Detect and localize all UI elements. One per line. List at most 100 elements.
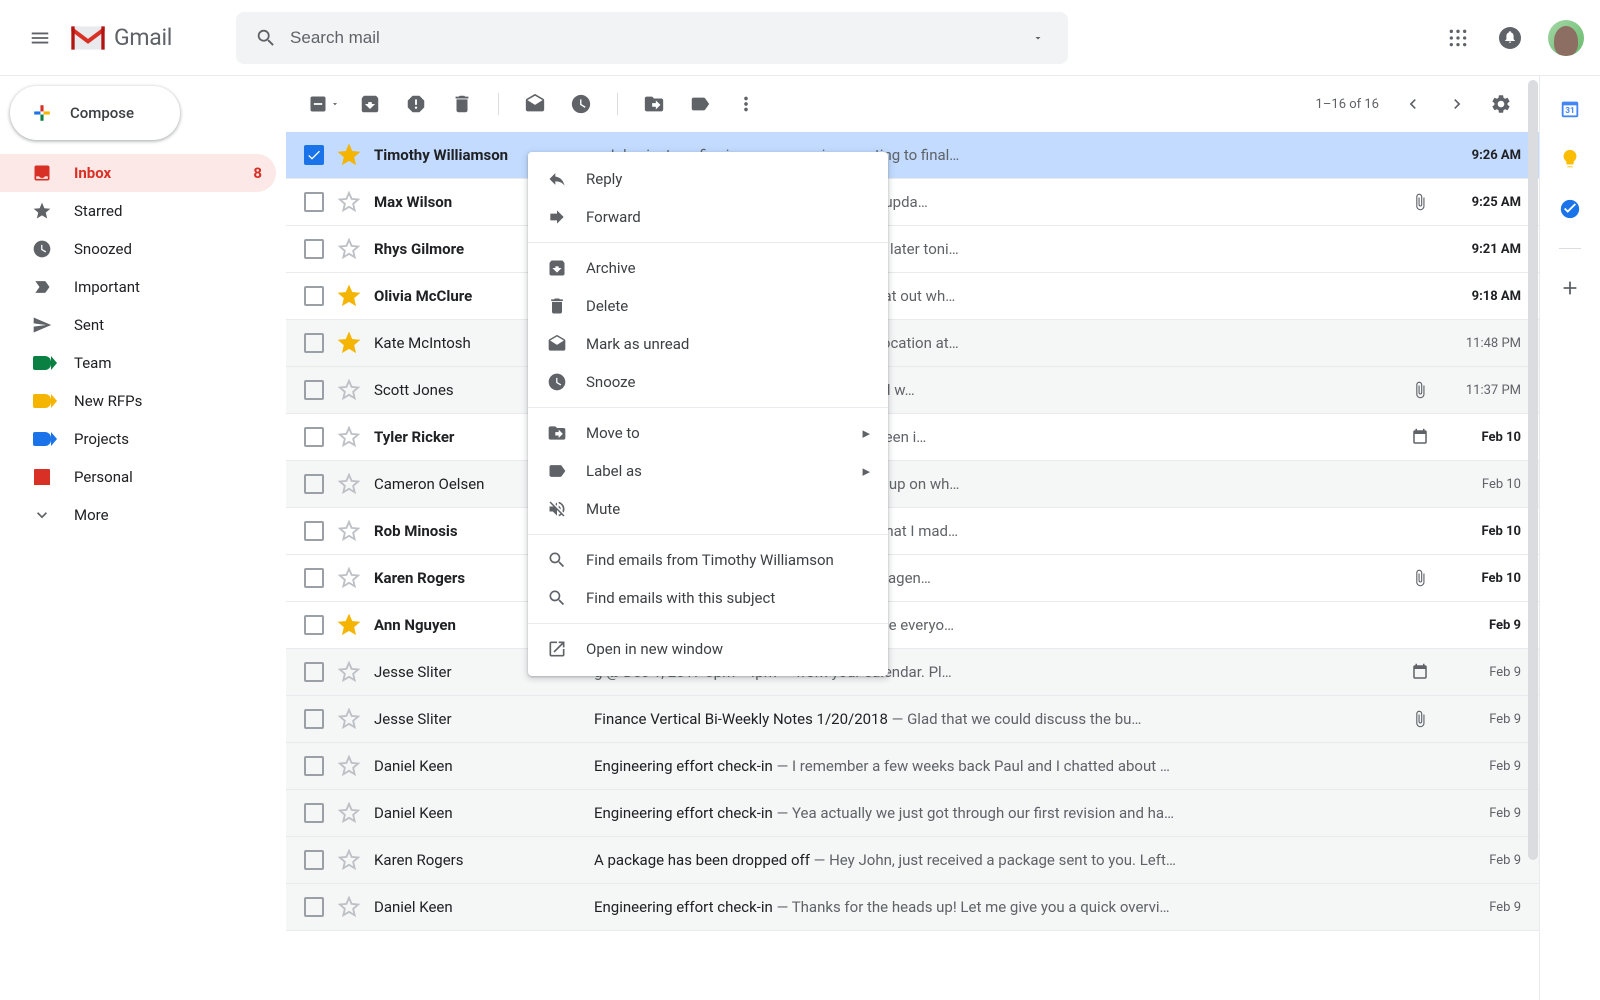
row-star[interactable] — [338, 614, 360, 636]
compose-button[interactable]: Compose — [10, 86, 180, 140]
row-star[interactable] — [338, 755, 360, 777]
search-button[interactable] — [244, 16, 288, 60]
row-checkbox[interactable] — [304, 756, 324, 776]
email-row[interactable]: Karen Rogers s year — Glad that we got t… — [286, 555, 1539, 602]
select-all-button[interactable] — [304, 84, 344, 124]
ctx-mute[interactable]: Mute — [528, 490, 888, 528]
row-star[interactable] — [338, 849, 360, 871]
email-row[interactable]: Timothy Williamson o John, just confirmi… — [286, 132, 1539, 179]
gmail-logo[interactable]: Gmail — [68, 23, 172, 53]
sidebar-item-more[interactable]: More — [0, 496, 276, 534]
labels-button[interactable] — [680, 84, 720, 124]
account-avatar[interactable] — [1548, 20, 1584, 56]
row-star[interactable] — [338, 896, 360, 918]
open-new-icon — [546, 638, 568, 660]
scrollbar[interactable] — [1528, 80, 1538, 860]
row-checkbox[interactable] — [304, 803, 324, 823]
row-star[interactable] — [338, 567, 360, 589]
row-star[interactable] — [338, 473, 360, 495]
row-checkbox[interactable] — [304, 333, 324, 353]
row-checkbox[interactable] — [304, 380, 324, 400]
email-row[interactable]: Ann Nguyen te across Horizontals, Vertic… — [286, 602, 1539, 649]
row-star[interactable] — [338, 520, 360, 542]
sidebar-item-sent[interactable]: Sent — [0, 306, 276, 344]
email-row[interactable]: Daniel Keen Engineering effort check-in … — [286, 743, 1539, 790]
ctx-forward[interactable]: Forward — [528, 198, 888, 236]
row-checkbox[interactable] — [304, 850, 324, 870]
next-page-button[interactable] — [1437, 84, 1477, 124]
email-row[interactable]: Max Wilson s — Hi John, can you please r… — [286, 179, 1539, 226]
sidebar-item-inbox[interactable]: Inbox 8 — [0, 154, 276, 192]
ctx-label-as[interactable]: Label as ▸ — [528, 452, 888, 490]
delete-button[interactable] — [442, 84, 482, 124]
email-row[interactable]: Karen Rogers A package has been dropped … — [286, 837, 1539, 884]
sidebar-item-important[interactable]: Important — [0, 268, 276, 306]
sidebar-item-personal[interactable]: Personal — [0, 458, 276, 496]
row-checkbox[interactable] — [304, 615, 324, 635]
email-row[interactable]: Cameron Oelsen available I slotted some … — [286, 461, 1539, 508]
calendar-app-button[interactable]: 31 — [1559, 98, 1581, 120]
email-row[interactable]: Rob Minosis e proposal — Take a look ove… — [286, 508, 1539, 555]
row-checkbox[interactable] — [304, 521, 324, 541]
mark-unread-button[interactable] — [515, 84, 555, 124]
row-star[interactable] — [338, 708, 360, 730]
row-checkbox[interactable] — [304, 474, 324, 494]
row-checkbox[interactable] — [304, 662, 324, 682]
sidebar-item-projects[interactable]: Projects — [0, 420, 276, 458]
row-checkbox[interactable] — [304, 897, 324, 917]
sidebar-item-team[interactable]: Team — [0, 344, 276, 382]
search-options-button[interactable] — [1016, 16, 1060, 60]
row-star[interactable] — [338, 285, 360, 307]
snooze-button[interactable] — [561, 84, 601, 124]
keep-app-button[interactable] — [1559, 148, 1581, 170]
email-row[interactable]: Daniel Keen Engineering effort check-in … — [286, 790, 1539, 837]
row-star[interactable] — [338, 802, 360, 824]
settings-button[interactable] — [1481, 84, 1521, 124]
sidebar-item-new-rfps[interactable]: New RFPs — [0, 382, 276, 420]
report-spam-button[interactable] — [396, 84, 436, 124]
ctx-delete[interactable]: Delete — [528, 287, 888, 325]
ctx-open-window[interactable]: Open in new window — [528, 630, 888, 668]
ctx-archive[interactable]: Archive — [528, 249, 888, 287]
more-actions-button[interactable] — [726, 84, 766, 124]
apps-button[interactable] — [1436, 16, 1480, 60]
search-input[interactable] — [288, 27, 1016, 49]
row-checkbox[interactable] — [304, 568, 324, 588]
row-star[interactable] — [338, 426, 360, 448]
email-row[interactable]: Daniel Keen Engineering effort check-in … — [286, 884, 1539, 931]
ctx-move-to[interactable]: Move to ▸ — [528, 414, 888, 452]
ctx-snooze[interactable]: Snooze — [528, 363, 888, 401]
ctx-find-subject[interactable]: Find emails with this subject — [528, 579, 888, 617]
email-row[interactable]: Kate McIntosh der has been confirmed for… — [286, 320, 1539, 367]
row-checkbox[interactable] — [304, 427, 324, 447]
row-star[interactable] — [338, 379, 360, 401]
row-checkbox[interactable] — [304, 145, 324, 165]
ctx-reply[interactable]: Reply — [528, 160, 888, 198]
row-star[interactable] — [338, 332, 360, 354]
sidebar-item-snoozed[interactable]: Snoozed — [0, 230, 276, 268]
row-checkbox[interactable] — [304, 286, 324, 306]
row-checkbox[interactable] — [304, 192, 324, 212]
row-checkbox[interactable] — [304, 709, 324, 729]
archive-button[interactable] — [350, 84, 390, 124]
sidebar-item-starred[interactable]: Starred — [0, 192, 276, 230]
email-row[interactable]: Scott Jones — Our budget last year for v… — [286, 367, 1539, 414]
email-row[interactable]: Jesse Sliter g @ Dec 1, 2017 3pm - 4pm —… — [286, 649, 1539, 696]
email-row[interactable]: Olivia McClure — Yeah I completely agree… — [286, 273, 1539, 320]
notifications-button[interactable] — [1488, 16, 1532, 60]
main-menu-button[interactable] — [16, 14, 64, 62]
ctx-find-from[interactable]: Find emails from Timothy Williamson — [528, 541, 888, 579]
move-to-button[interactable] — [634, 84, 674, 124]
prev-page-button[interactable] — [1393, 84, 1433, 124]
email-row[interactable]: Jesse Sliter Finance Vertical Bi-Weekly … — [286, 696, 1539, 743]
ctx-mark-unread[interactable]: Mark as unread — [528, 325, 888, 363]
row-star[interactable] — [338, 238, 360, 260]
row-checkbox[interactable] — [304, 239, 324, 259]
add-app-button[interactable] — [1559, 277, 1581, 299]
tasks-app-button[interactable] — [1559, 198, 1581, 220]
row-star[interactable] — [338, 191, 360, 213]
email-row[interactable]: Rhys Gilmore — Sounds like a plan. I sho… — [286, 226, 1539, 273]
row-star[interactable] — [338, 661, 360, 683]
email-row[interactable]: Tyler Ricker Feb 5, 2018 2:00pm - 3:00pm… — [286, 414, 1539, 461]
row-star[interactable] — [338, 144, 360, 166]
